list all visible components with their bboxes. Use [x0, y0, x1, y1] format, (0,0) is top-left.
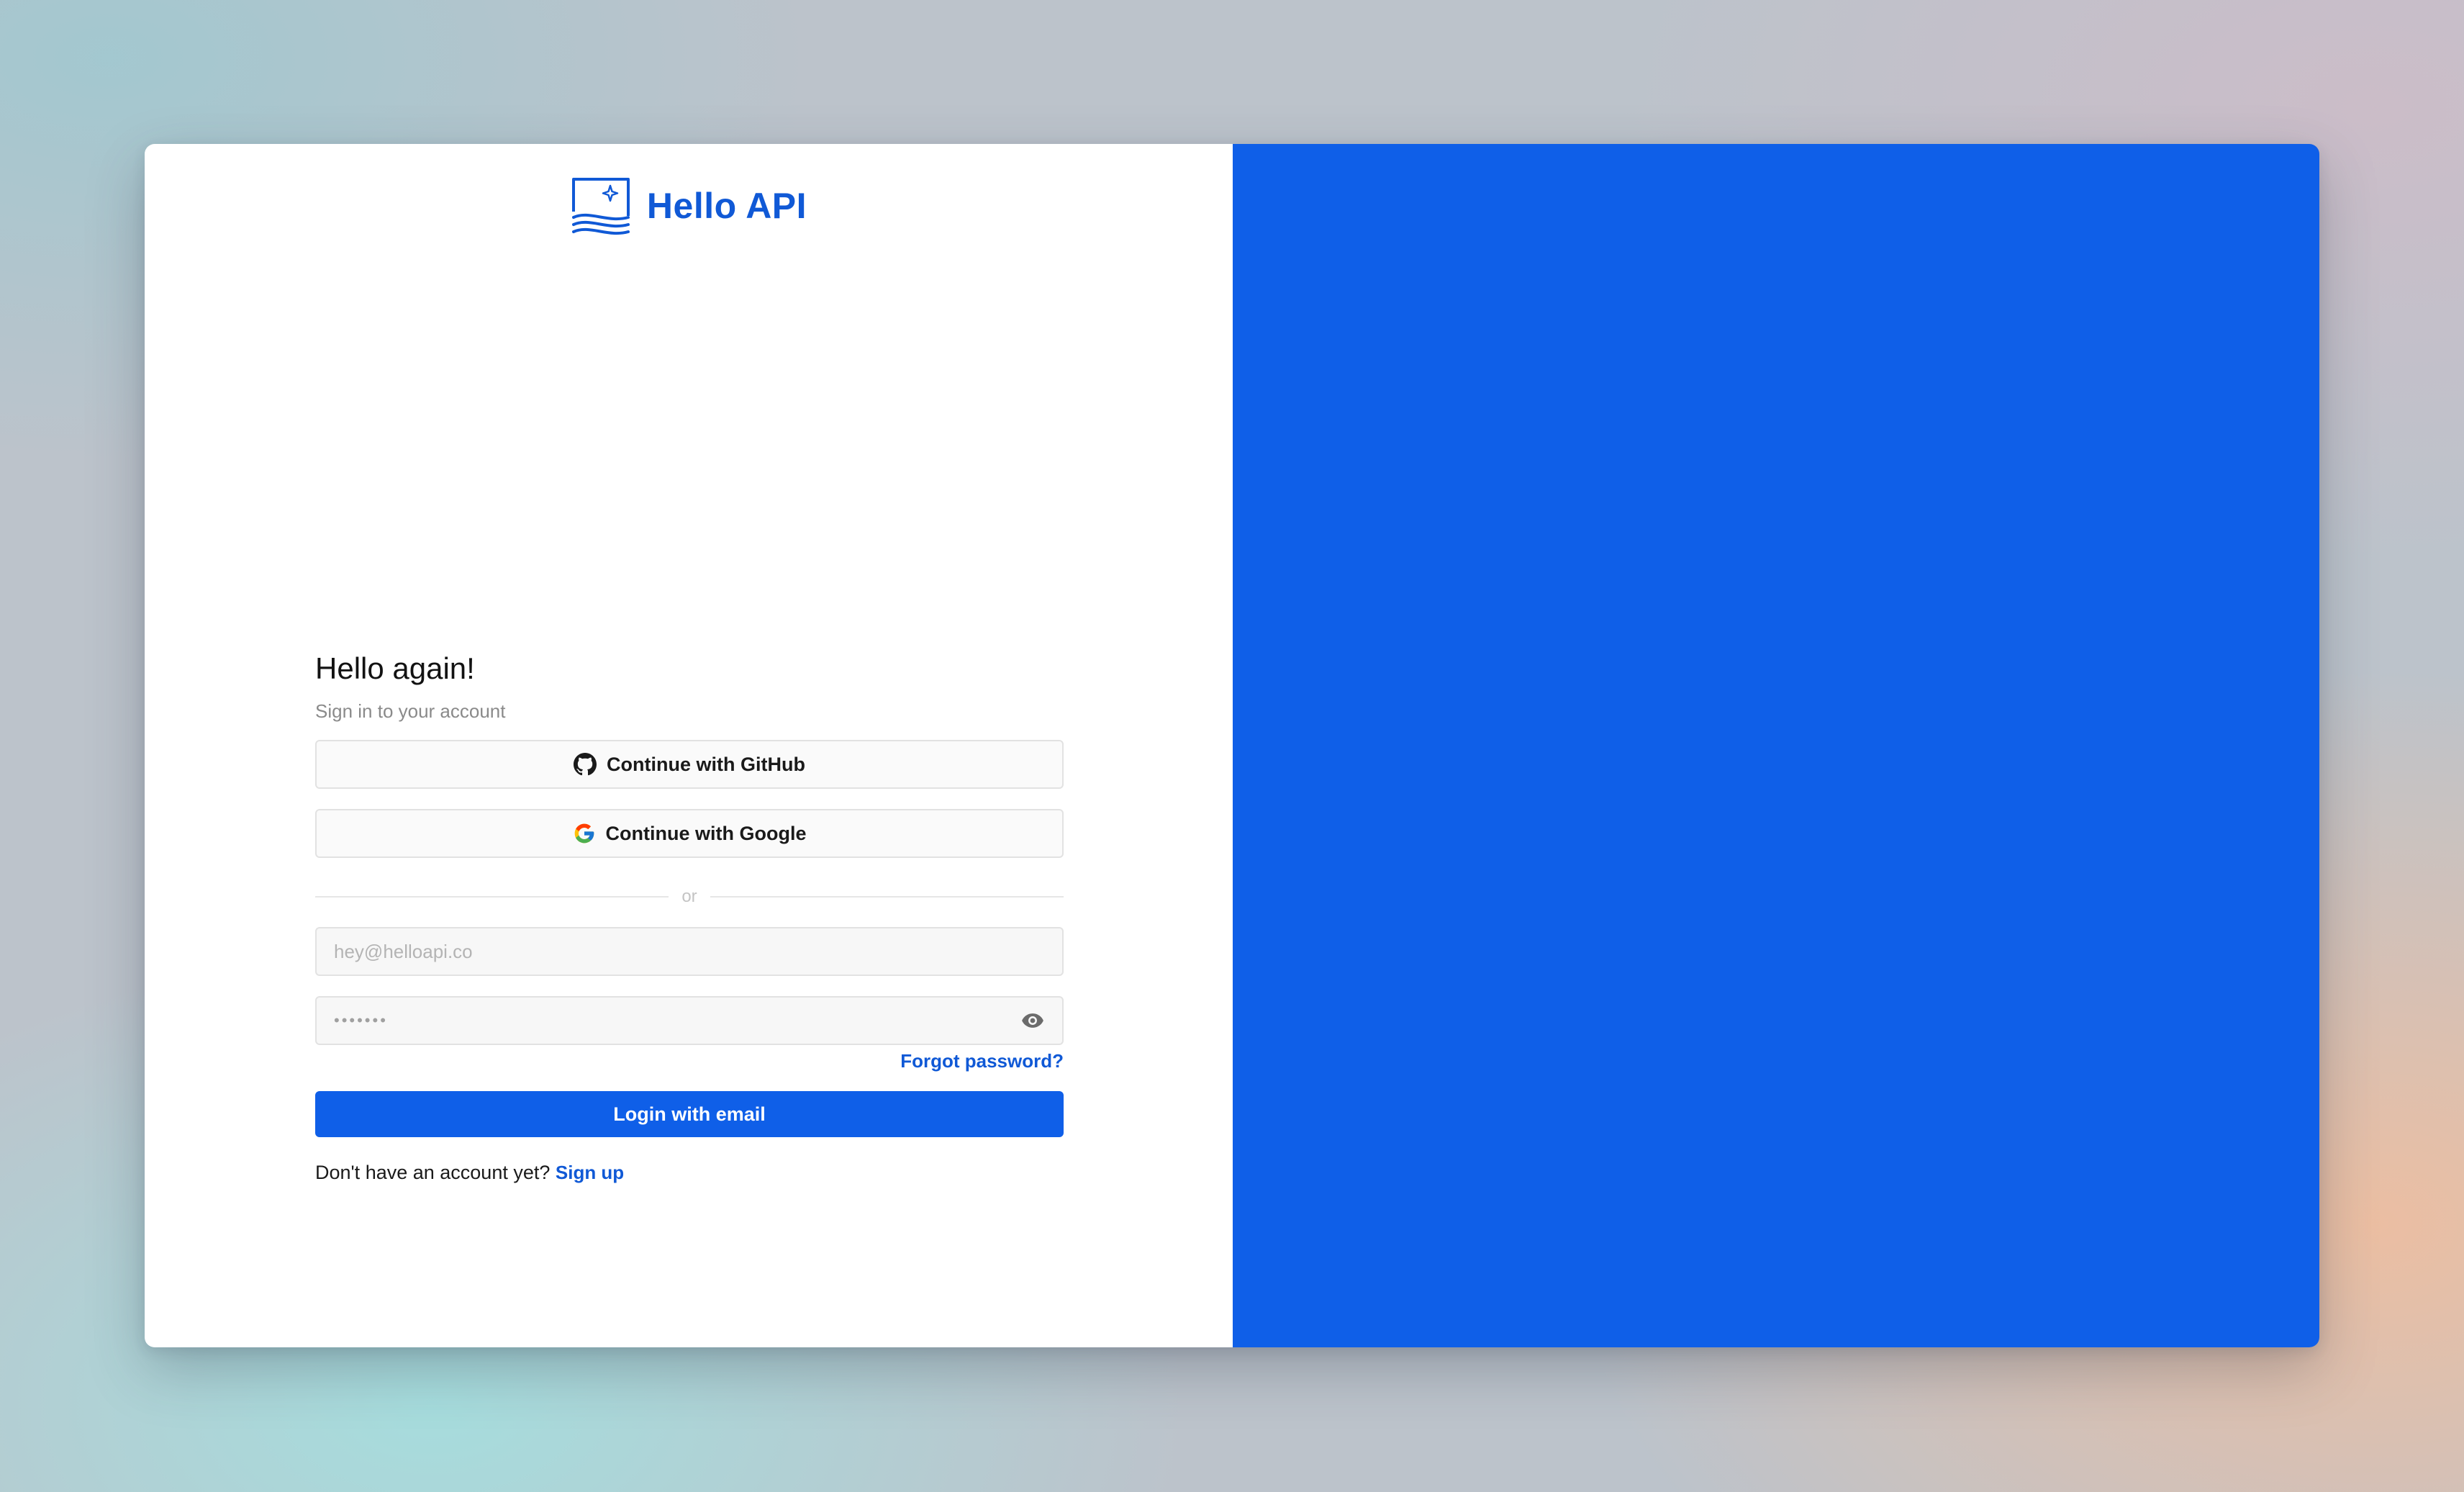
signup-prompt: Don't have an account yet? — [315, 1162, 556, 1183]
login-form: Hello again! Sign in to your account Con… — [315, 648, 1064, 1184]
password-value: ••••••• — [334, 1011, 388, 1029]
google-login-button[interactable]: Continue with Google — [315, 809, 1064, 858]
brand-name: Hello API — [646, 186, 807, 226]
login-with-email-button[interactable]: Login with email — [315, 1091, 1064, 1137]
forgot-password-row: Forgot password? — [315, 1046, 1064, 1075]
or-divider: or — [315, 884, 1064, 910]
monitor-sparkle-waves-icon — [571, 178, 630, 235]
google-icon — [574, 823, 594, 844]
email-field-wrapper — [315, 927, 1064, 976]
brand-header: Hello API — [145, 176, 1233, 236]
page-title: Hello again! — [315, 651, 475, 685]
email-field[interactable] — [334, 940, 1045, 963]
github-icon — [574, 753, 597, 776]
github-button-label: Continue with GitHub — [607, 753, 805, 775]
forgot-password-link[interactable]: Forgot password? — [900, 1050, 1064, 1072]
divider-text: or — [681, 887, 697, 906]
password-field[interactable]: ••••••• — [315, 996, 1064, 1045]
brand-color-panel — [1233, 144, 2319, 1347]
page-subtitle: Sign in to your account — [315, 700, 506, 722]
google-button-label: Continue with Google — [605, 822, 807, 844]
login-panel: Hello API Hello again! Sign in to your a… — [145, 144, 1233, 1347]
signup-row: Don't have an account yet? Sign up — [315, 1162, 1064, 1184]
eye-icon[interactable] — [1020, 1008, 1045, 1033]
login-window: Hello API Hello again! Sign in to your a… — [145, 144, 2319, 1347]
signup-link[interactable]: Sign up — [556, 1162, 624, 1183]
divider-line-left — [315, 896, 669, 898]
divider-line-right — [710, 896, 1064, 898]
github-login-button[interactable]: Continue with GitHub — [315, 740, 1064, 789]
